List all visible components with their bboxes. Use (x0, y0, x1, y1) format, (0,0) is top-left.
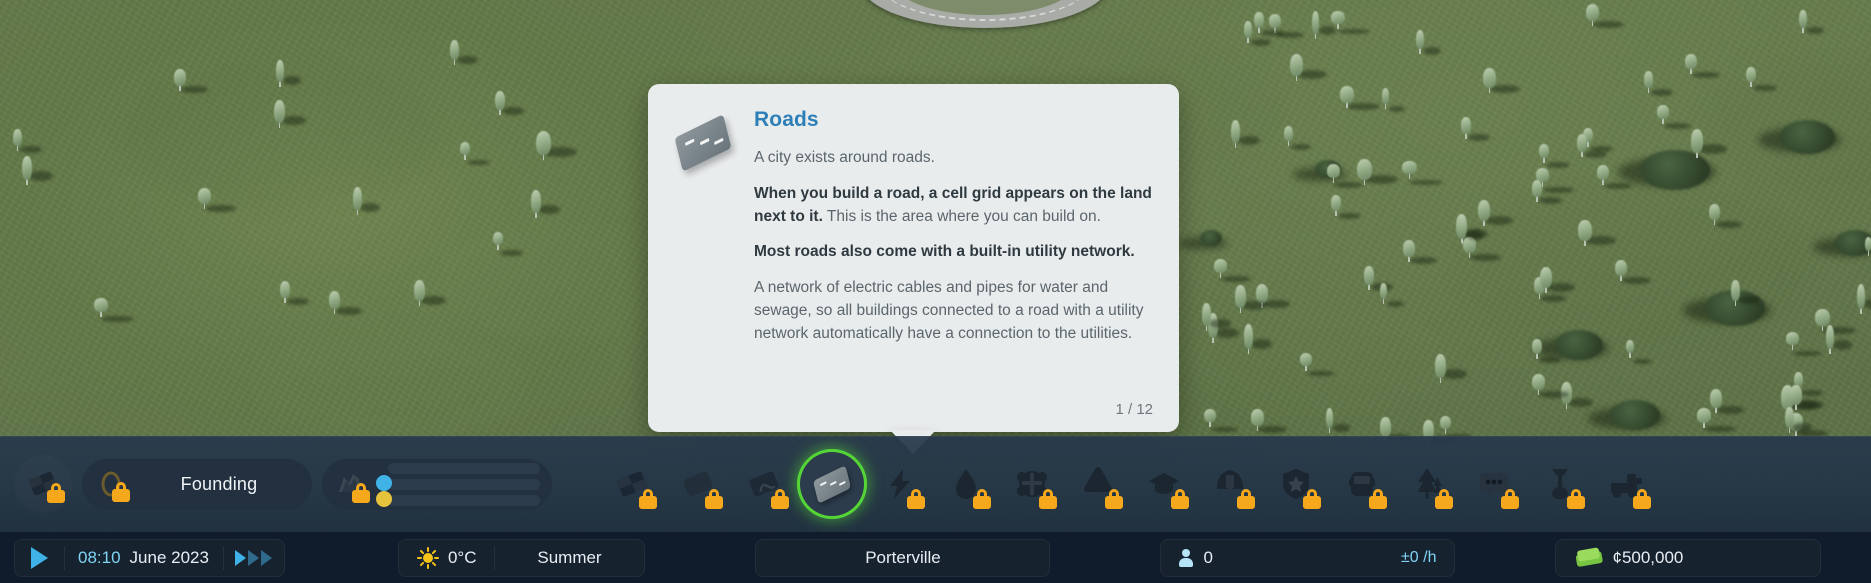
city-name-value: Porterville (865, 547, 941, 567)
city-name-display: Porterville (851, 540, 955, 576)
money-icon (1575, 547, 1604, 568)
tool-button-zones[interactable] (602, 453, 662, 515)
tool-button-signature-buildings[interactable] (734, 453, 794, 515)
road-tile-icon (812, 464, 852, 504)
temperature-display[interactable]: 0°C (399, 540, 495, 576)
tool-button-communications[interactable] (1464, 453, 1524, 515)
money-display: ¢500,000 (1556, 540, 1703, 576)
lock-icon (1038, 489, 1058, 509)
lock-icon (972, 489, 992, 509)
tooltip-paragraph-3: Most roads also come with a built-in uti… (754, 243, 1135, 261)
tool-button-fire-and-rescue[interactable] (1200, 453, 1260, 515)
money-value: ¢500,000 (1612, 547, 1684, 567)
money-widget[interactable]: ¢500,000 (1555, 538, 1822, 577)
tool-button-transportation[interactable] (1332, 453, 1392, 515)
bottom-toolbar: Founding (0, 436, 1871, 532)
lock-icon (704, 489, 724, 509)
lock-icon (1104, 489, 1124, 509)
tool-button-garbage-management[interactable] (1068, 453, 1128, 515)
fast-forward-button[interactable] (222, 540, 284, 576)
play-icon (31, 546, 48, 569)
progression-widget[interactable] (322, 458, 552, 510)
lock-icon (638, 489, 658, 509)
progression-icon (328, 462, 372, 506)
tool-button-roads-services[interactable] (1596, 453, 1656, 515)
tool-button-electricity[interactable] (870, 453, 930, 515)
milestone-icon (90, 463, 132, 505)
lock-icon (1500, 489, 1520, 509)
population-display: 0 ±0 /h (1161, 540, 1454, 576)
lock-icon (1302, 489, 1322, 509)
city-name-widget[interactable]: Porterville (755, 538, 1051, 577)
time-value: 08:10 (78, 547, 121, 567)
fast-forward-icon (234, 549, 272, 566)
sun-icon (416, 546, 439, 569)
person-icon (1179, 548, 1194, 567)
lock-icon (1236, 489, 1256, 509)
tool-button-areas[interactable] (668, 453, 728, 515)
tool-button-landscaping[interactable] (1530, 453, 1590, 515)
tooltip-paragraph-2-rest: This is the area where you can build on. (822, 207, 1101, 225)
road-tile-icon (674, 114, 732, 172)
tooltip-title: Roads (754, 108, 819, 131)
population-rate: ±0 /h (1401, 548, 1437, 566)
play-button[interactable] (15, 540, 64, 576)
tooltip-pager: 1 / 12 (1115, 401, 1153, 418)
tooltip-paragraph-2: When you build a road, a cell grid appea… (754, 183, 1153, 229)
tool-button-roads[interactable] (800, 452, 864, 516)
lock-icon (1566, 489, 1586, 509)
progress-dot-blue (376, 475, 392, 491)
population-value: 0 (1203, 547, 1213, 567)
tool-button-water-and-sewage[interactable] (936, 453, 996, 515)
season-value: Summer (537, 547, 602, 567)
lock-icon (770, 489, 790, 509)
tooltip-paragraph-1: A city exists around roads. (754, 149, 935, 166)
milestone-label: Founding (180, 473, 258, 494)
lock-icon (1632, 489, 1652, 509)
game-screen: Roads A city exists around roads. When y… (0, 0, 1871, 583)
season-display[interactable]: Summer (494, 540, 644, 576)
lock-icon (111, 482, 131, 502)
tool-button-health-and-deathcare[interactable] (1002, 453, 1062, 515)
milestone-widget[interactable]: Founding (82, 458, 312, 510)
lock-icon (1368, 489, 1388, 509)
date-value: June 2023 (129, 547, 209, 567)
lock-icon (906, 489, 926, 509)
time-widget: 08:10 June 2023 (14, 538, 285, 577)
datetime-display: 08:10 June 2023 (64, 540, 223, 576)
progression-bars (384, 462, 540, 506)
tooltip-paragraph-4: A network of electric cables and pipes f… (754, 279, 1144, 342)
roundabout-road (860, 0, 1110, 32)
tool-icon-row (552, 452, 1871, 516)
lock-icon (46, 483, 66, 503)
status-bar: 08:10 June 2023 0°C Summer Porterville 0… (0, 532, 1871, 583)
temperature-value: 0°C (447, 547, 477, 567)
sidebar-item-zones[interactable] (14, 455, 72, 513)
lock-icon (1434, 489, 1454, 509)
tutorial-tooltip: Roads A city exists around roads. When y… (648, 84, 1179, 432)
lock-icon (1170, 489, 1190, 509)
weather-widget: 0°C Summer (397, 538, 646, 577)
tool-button-police[interactable] (1266, 453, 1326, 515)
population-widget[interactable]: 0 ±0 /h (1160, 538, 1456, 577)
toolbar-left-section: Founding (0, 455, 552, 513)
lock-icon (351, 483, 371, 503)
progress-dot-yellow (376, 491, 392, 507)
tooltip-icon (672, 108, 736, 416)
tool-button-parks-and-recreation[interactable] (1398, 453, 1458, 515)
tool-button-education[interactable] (1134, 453, 1194, 515)
